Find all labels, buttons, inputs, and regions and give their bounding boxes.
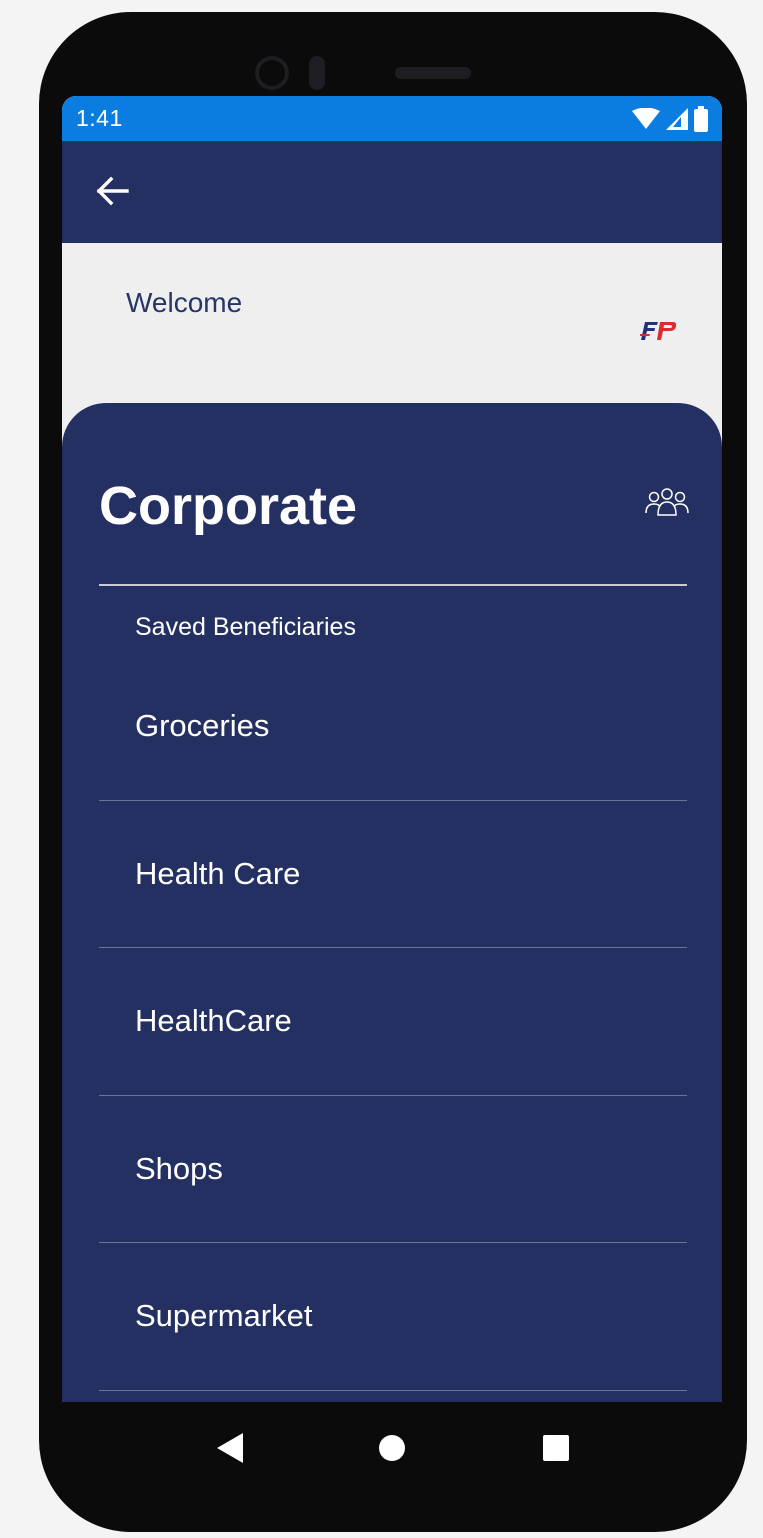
back-triangle-icon bbox=[217, 1433, 243, 1463]
recents-square-icon bbox=[543, 1435, 569, 1461]
wifi-icon bbox=[632, 107, 660, 129]
beneficiary-list: Groceries Health Care HealthCare Shops S… bbox=[99, 653, 687, 1391]
home-circle-icon bbox=[379, 1435, 405, 1461]
category-sheet: Corporate Saved Beneficiaries Groceries … bbox=[62, 403, 722, 1403]
status-bar: 1:41 bbox=[62, 96, 722, 141]
list-item[interactable]: Groceries bbox=[99, 653, 687, 801]
list-item-label: Health Care bbox=[135, 855, 301, 891]
nav-recents-button[interactable] bbox=[536, 1428, 576, 1468]
nav-home-button[interactable] bbox=[372, 1428, 412, 1468]
nav-back-button[interactable] bbox=[210, 1428, 250, 1468]
battery-icon bbox=[694, 105, 708, 132]
welcome-text: Welcome bbox=[126, 287, 243, 318]
list-item-label: HealthCare bbox=[135, 1003, 292, 1038]
arrow-left-icon bbox=[96, 176, 129, 206]
front-camera bbox=[255, 56, 289, 90]
list-item-label: Shops bbox=[135, 1150, 223, 1186]
list-item[interactable]: Shops bbox=[99, 1096, 687, 1243]
list-item-label: Groceries bbox=[135, 708, 270, 743]
back-button[interactable] bbox=[88, 167, 136, 215]
signal-icon bbox=[666, 107, 688, 130]
section-label: Saved Beneficiaries bbox=[135, 613, 356, 641]
list-item[interactable]: Health Care bbox=[99, 801, 687, 948]
group-icon bbox=[645, 488, 689, 516]
app-bar bbox=[62, 141, 722, 243]
title-divider bbox=[99, 584, 687, 586]
list-item[interactable]: HealthCare bbox=[99, 948, 687, 1096]
earpiece-speaker bbox=[395, 67, 471, 79]
list-item-label: Supermarket bbox=[135, 1298, 313, 1333]
status-time: 1:41 bbox=[76, 105, 123, 131]
screen: 1:41 Welcome Corporate Saved Beneficiari… bbox=[62, 96, 722, 1492]
proximity-sensor bbox=[309, 56, 325, 90]
status-icons bbox=[632, 105, 708, 132]
list-item[interactable]: Supermarket bbox=[99, 1243, 687, 1391]
system-nav-bar bbox=[62, 1402, 722, 1492]
brand-logo bbox=[640, 322, 677, 340]
sheet-title: Corporate bbox=[99, 476, 358, 536]
